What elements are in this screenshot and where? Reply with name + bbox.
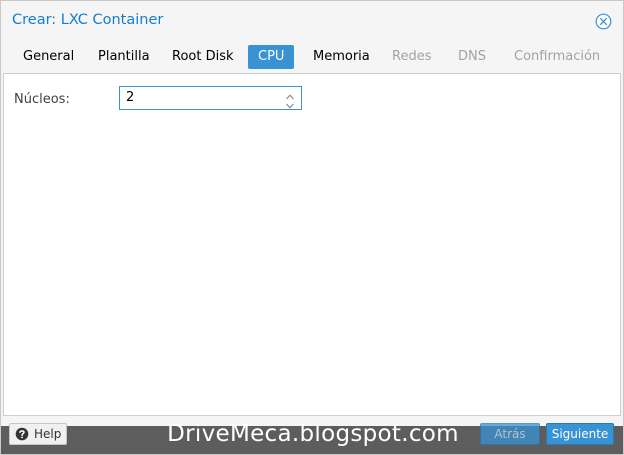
- wizard-tab-bar: General Plantilla Root Disk CPU Memoria …: [1, 43, 623, 71]
- tab-memoria[interactable]: Memoria: [303, 45, 380, 69]
- dialog-title: Crear: LXC Container: [12, 12, 164, 28]
- create-lxc-container-dialog: Crear: LXC Container General Plantilla R…: [0, 0, 624, 455]
- cores-value[interactable]: 2: [126, 90, 134, 105]
- cores-number-field[interactable]: 2: [119, 86, 302, 110]
- cores-label: Núcleos:: [14, 92, 70, 107]
- tab-general[interactable]: General: [13, 45, 84, 69]
- cpu-settings-panel: Núcleos: 2: [3, 73, 621, 416]
- chevron-down-icon: [286, 103, 294, 109]
- cores-increment-button[interactable]: [285, 90, 295, 100]
- tab-redes: Redes: [392, 49, 432, 64]
- watermark-text: DriveMeca.blogspot.com: [167, 421, 459, 447]
- tab-plantilla[interactable]: Plantilla: [88, 45, 160, 69]
- dialog-titlebar: Crear: LXC Container: [1, 1, 623, 39]
- tab-dns: DNS: [458, 49, 486, 64]
- cores-decrement-button[interactable]: [285, 99, 295, 109]
- close-circle-icon: [595, 13, 612, 30]
- close-button[interactable]: [595, 13, 612, 30]
- tab-confirmacion: Confirmación: [514, 49, 601, 64]
- tab-cpu[interactable]: CPU: [248, 45, 295, 69]
- tab-root-disk[interactable]: Root Disk: [162, 45, 244, 69]
